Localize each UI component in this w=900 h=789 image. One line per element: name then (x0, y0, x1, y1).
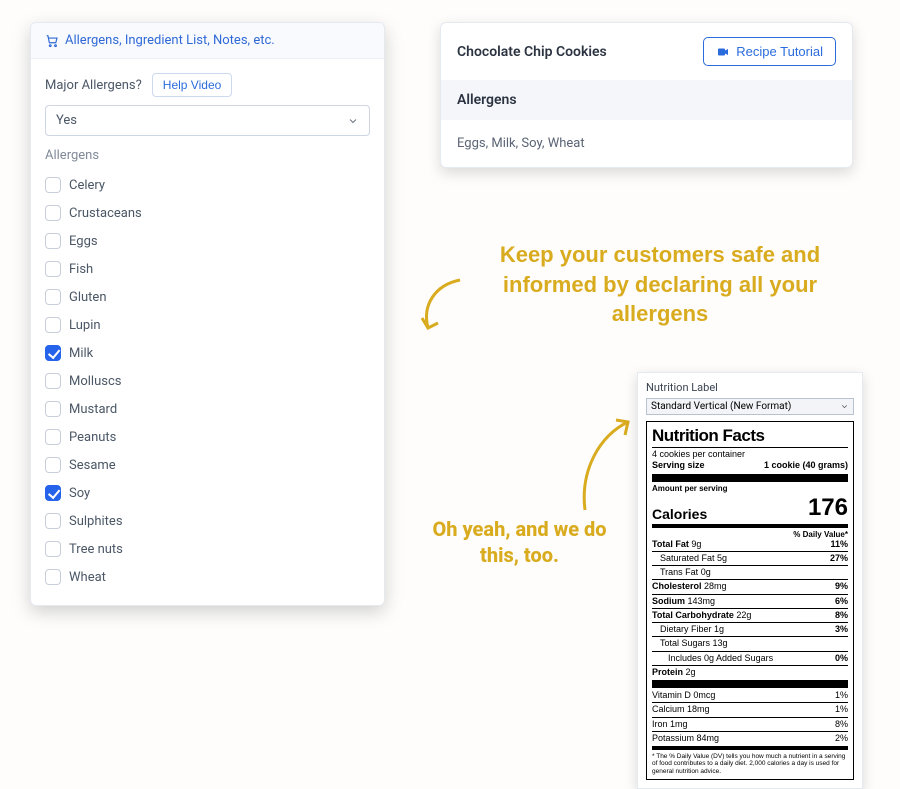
allergen-row[interactable]: Molluscs (45, 367, 370, 395)
chevron-down-icon (840, 402, 849, 411)
arrow-icon (570, 410, 640, 520)
dv-header: % Daily Value* (652, 530, 848, 539)
allergen-label: Mustard (69, 402, 117, 417)
allergen-row[interactable]: Peanuts (45, 423, 370, 451)
allergen-row[interactable]: Sulphites (45, 507, 370, 535)
micronutrient-row: Calcium 18mg1% (652, 704, 848, 715)
checkbox[interactable] (45, 457, 61, 473)
calories-value: 176 (808, 494, 848, 522)
allergen-row[interactable]: Soy (45, 479, 370, 507)
micronutrient-row: Iron 1mg8% (652, 719, 848, 730)
allergen-label: Soy (69, 486, 90, 501)
arrow-icon (410, 270, 470, 340)
allergen-row[interactable]: Gluten (45, 283, 370, 311)
recipe-tutorial-label: Recipe Tutorial (736, 44, 823, 59)
video-icon (716, 46, 730, 58)
callout-secondary: Oh yeah, and we do this, too. (432, 516, 607, 568)
checkbox[interactable] (45, 317, 61, 333)
nutrition-fineprint: * The % Daily Value (DV) tells you how m… (652, 753, 848, 775)
recipe-title: Chocolate Chip Cookies (457, 44, 607, 60)
major-allergens-label: Major Allergens? (45, 78, 142, 93)
allergen-row[interactable]: Mustard (45, 395, 370, 423)
checkbox[interactable] (45, 177, 61, 193)
panel-body: Major Allergens? Help Video Yes Allergen… (31, 59, 384, 605)
nutrient-row: Protein 2g (652, 667, 848, 678)
allergen-label: Sulphites (69, 514, 123, 529)
checkbox[interactable] (45, 205, 61, 221)
checkbox[interactable] (45, 373, 61, 389)
select-value: Yes (56, 113, 77, 128)
allergen-label: Tree nuts (69, 542, 123, 557)
allergens-section-label: Allergens (45, 148, 370, 163)
allergen-label: Milk (69, 346, 93, 361)
nutrient-row: Sodium 143mg6% (652, 596, 848, 607)
nutrient-row: Total Carbohydrate 22g8% (652, 610, 848, 621)
checkbox[interactable] (45, 289, 61, 305)
recipe-allergens-list: Eggs, Milk, Soy, Wheat (441, 120, 852, 167)
allergen-label: Gluten (69, 290, 107, 305)
allergen-row[interactable]: Eggs (45, 227, 370, 255)
nutrient-row: Dietary Fiber 1g3% (652, 624, 848, 635)
nutrition-facts-heading: Nutrition Facts (652, 426, 848, 446)
nutrient-row: Total Fat 9g11% (652, 539, 848, 550)
allergen-row[interactable]: Tree nuts (45, 535, 370, 563)
servings-per-container: 4 cookies per container (652, 449, 745, 460)
allergen-row[interactable]: Fish (45, 255, 370, 283)
checkbox[interactable] (45, 541, 61, 557)
allergen-label: Eggs (69, 234, 98, 249)
allergen-label: Peanuts (69, 430, 116, 445)
checkbox[interactable] (45, 401, 61, 417)
nutrition-format-select[interactable]: Standard Vertical (New Format) (646, 398, 854, 415)
micronutrient-row: Potassium 84mg2% (652, 733, 848, 744)
allergen-label: Molluscs (69, 374, 121, 389)
cart-icon (45, 34, 59, 48)
allergen-label: Crustaceans (69, 206, 142, 221)
allergens-checklist: Celery Crustaceans Eggs Fish Gluten Lupin Milk… (45, 171, 370, 591)
nutrient-row: Cholesterol 28mg9% (652, 581, 848, 592)
checkbox[interactable] (45, 345, 61, 361)
allergen-row[interactable]: Lupin (45, 311, 370, 339)
allergen-row[interactable]: Wheat (45, 563, 370, 591)
calories-label: Calories (652, 506, 707, 522)
nutrition-format-value: Standard Vertical (New Format) (651, 401, 791, 412)
major-allergens-select[interactable]: Yes (45, 105, 370, 136)
nutrient-row: Includes 0g Added Sugars0% (652, 653, 848, 664)
nutrient-row: Saturated Fat 5g27% (652, 553, 848, 564)
nutrition-panel-title: Nutrition Label (646, 381, 854, 394)
checkbox[interactable] (45, 233, 61, 249)
allergen-label: Fish (69, 262, 93, 277)
allergen-label: Wheat (69, 570, 106, 585)
allergen-label: Celery (69, 178, 105, 193)
checkbox[interactable] (45, 513, 61, 529)
micronutrient-row: Vitamin D 0mcg1% (652, 690, 848, 701)
checkbox[interactable] (45, 429, 61, 445)
allergen-row[interactable]: Crustaceans (45, 199, 370, 227)
serving-size-value: 1 cookie (40 grams) (764, 460, 848, 471)
allergen-label: Sesame (69, 458, 116, 473)
callout-main: Keep your customers safe and informed by… (455, 240, 865, 329)
amount-per-serving: Amount per serving (652, 484, 728, 494)
nutrient-row: Trans Fat 0g (652, 567, 848, 578)
chevron-down-icon (347, 115, 359, 127)
checkbox[interactable] (45, 261, 61, 277)
recipe-allergens-heading: Allergens (441, 80, 852, 120)
help-video-button[interactable]: Help Video (152, 73, 233, 97)
panel-header[interactable]: Allergens, Ingredient List, Notes, etc. (31, 23, 384, 59)
recipe-tutorial-button[interactable]: Recipe Tutorial (703, 37, 836, 66)
nutrition-facts: Nutrition Facts 4 cookies per container … (646, 421, 854, 780)
allergens-form-panel: Allergens, Ingredient List, Notes, etc. … (30, 22, 385, 606)
checkbox[interactable] (45, 569, 61, 585)
allergen-row[interactable]: Milk (45, 339, 370, 367)
serving-size-label: Serving size (652, 460, 705, 471)
panel-header-label: Allergens, Ingredient List, Notes, etc. (65, 33, 275, 48)
allergen-label: Lupin (69, 318, 101, 333)
checkbox[interactable] (45, 485, 61, 501)
nutrient-row: Total Sugars 13g (652, 638, 848, 649)
allergen-row[interactable]: Celery (45, 171, 370, 199)
allergen-row[interactable]: Sesame (45, 451, 370, 479)
recipe-summary-card: Chocolate Chip Cookies Recipe Tutorial A… (440, 22, 853, 168)
nutrition-label-panel: Nutrition Label Standard Vertical (New F… (637, 372, 863, 789)
